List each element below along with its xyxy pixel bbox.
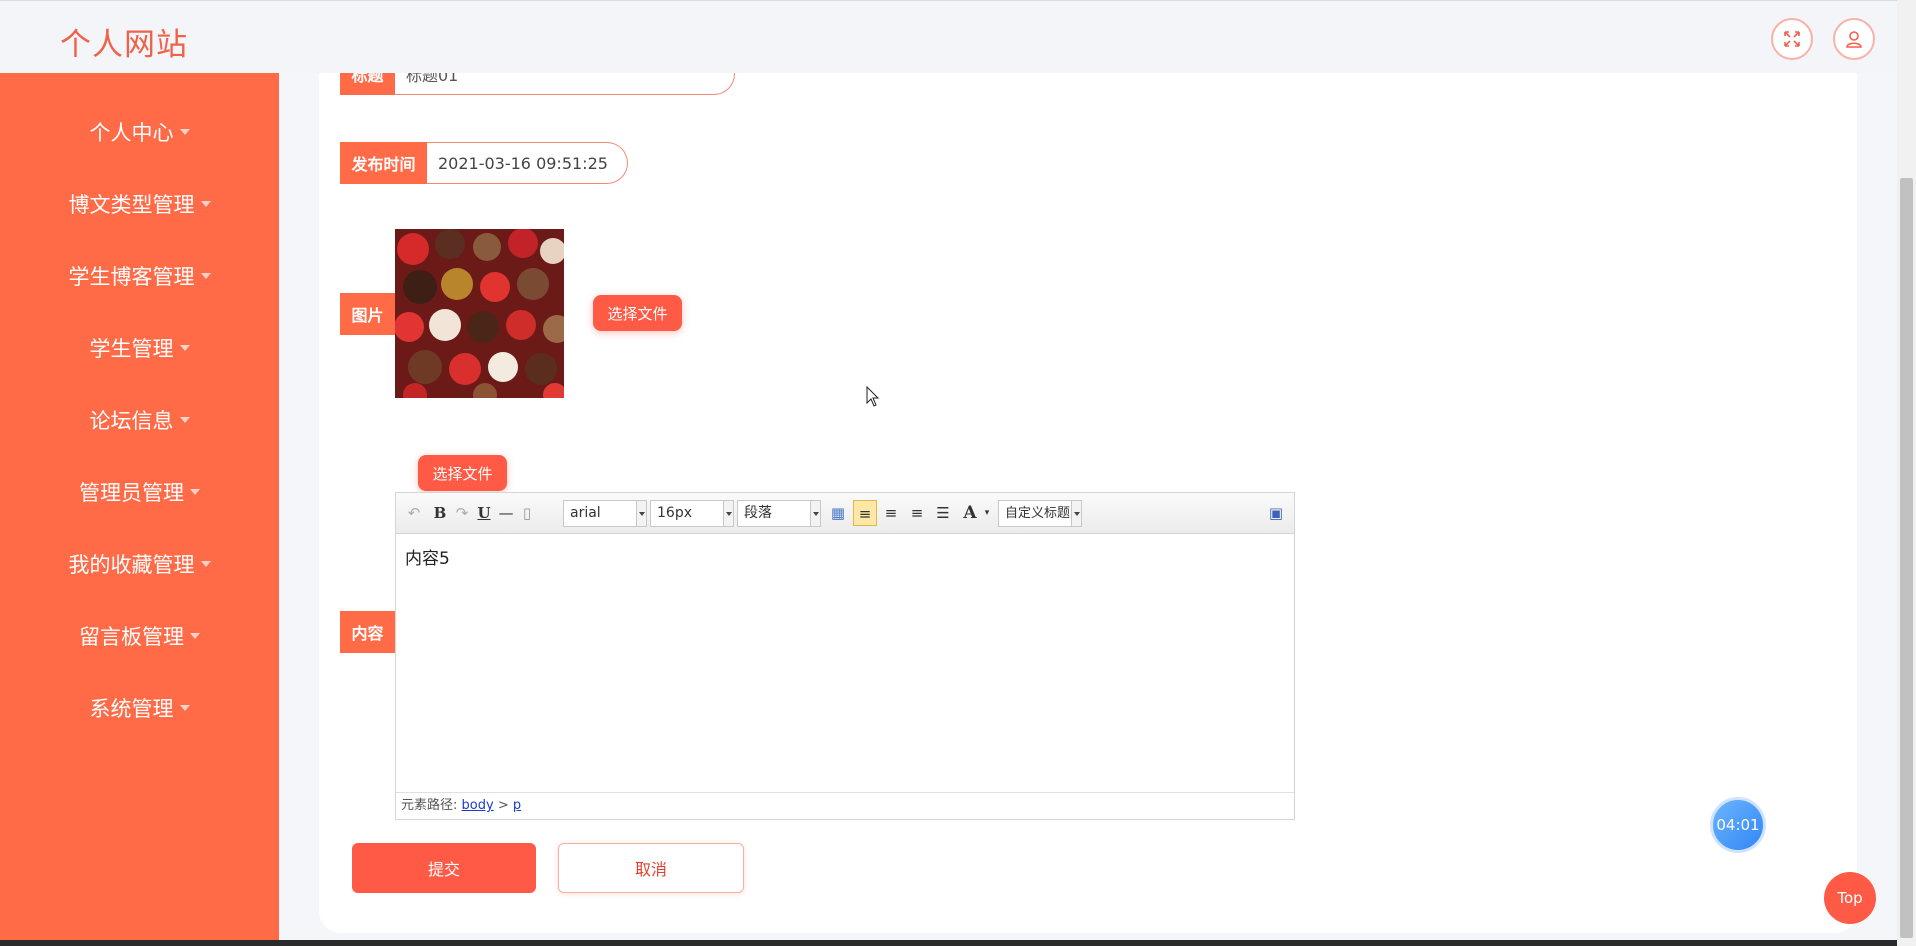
underline-icon[interactable]: U — [475, 504, 493, 522]
align-justify-icon[interactable]: ☰ — [934, 504, 952, 522]
chevron-down-icon — [200, 561, 211, 567]
image-label: 图片 — [340, 293, 395, 335]
title-input[interactable]: 标题01 — [395, 73, 735, 95]
editor-element-path: 元素路径: body > p — [396, 792, 1294, 819]
paragraph-select[interactable]: 段落 — [737, 500, 821, 527]
sidebar-item-label: 管理员管理 — [79, 481, 184, 505]
cancel-button[interactable]: 取消 — [558, 843, 744, 893]
uploaded-image — [395, 229, 564, 398]
page-scrollbar[interactable] — [1897, 0, 1916, 946]
title-row: 标题 标题01 — [340, 73, 735, 96]
dropdown-arrow-icon — [723, 501, 733, 526]
font-color-dropdown-icon[interactable]: ▾ — [978, 504, 996, 522]
mouse-cursor-icon — [866, 386, 880, 407]
sidebar-item-personal-center[interactable]: 个人中心 — [0, 117, 279, 147]
chevron-down-icon — [200, 273, 211, 279]
content-choose-file-button[interactable]: 选择文件 — [418, 455, 507, 491]
rich-text-editor: ↶ B ↷ U — ▯ arial 16px 段落 ▦ ≡ ≡ ≡ ☰ A ▾ … — [395, 492, 1295, 820]
font-color-icon[interactable]: A — [961, 504, 979, 522]
scrollbar-thumb[interactable] — [1900, 178, 1913, 938]
sidebar-item-label: 我的收藏管理 — [68, 553, 195, 577]
chevron-down-icon — [200, 201, 211, 207]
chevron-down-icon — [179, 417, 190, 423]
bold-icon[interactable]: B — [431, 504, 449, 522]
chevron-down-icon — [190, 633, 200, 639]
bottom-strip — [0, 940, 1897, 946]
chevron-down-icon — [179, 345, 190, 351]
publish-time-label: 发布时间 — [340, 142, 427, 184]
top-header: 个人网站 — [0, 0, 1916, 73]
undo-icon[interactable]: ↶ — [405, 504, 423, 522]
horizontal-rule-icon[interactable]: — — [497, 504, 515, 522]
timer-badge[interactable]: 04:01 — [1710, 797, 1766, 853]
fullscreen-button[interactable] — [1771, 18, 1813, 60]
page-icon[interactable]: ▯ — [518, 504, 536, 522]
back-to-top-button[interactable]: Top — [1824, 872, 1876, 924]
sidebar-item-label: 博文类型管理 — [68, 193, 195, 217]
sidebar-item-label: 学生管理 — [89, 337, 174, 361]
image-choose-file-button[interactable]: 选择文件 — [593, 295, 682, 331]
chevron-down-icon — [190, 489, 200, 495]
custom-heading-select[interactable]: 自定义标题 — [998, 500, 1082, 527]
paragraph-value: 段落 — [744, 505, 772, 521]
user-button[interactable] — [1833, 18, 1875, 60]
font-family-value: arial — [570, 505, 601, 521]
redo-icon[interactable]: ↷ — [453, 504, 471, 522]
expand-icon — [1784, 31, 1800, 47]
sidebar-item-students[interactable]: 学生管理 — [0, 333, 279, 363]
font-size-value: 16px — [657, 505, 692, 521]
dropdown-arrow-icon — [636, 501, 646, 526]
editor-content-area[interactable]: 内容5 — [396, 534, 1294, 791]
element-path-separator: > — [497, 798, 509, 813]
custom-heading-value: 自定义标题 — [1005, 506, 1071, 521]
element-path-label: 元素路径: — [401, 798, 458, 813]
dropdown-arrow-icon — [810, 501, 820, 526]
align-left-icon[interactable]: ≡ — [853, 500, 877, 526]
sidebar-item-student-blog[interactable]: 学生博客管理 — [0, 261, 279, 291]
editor-toolbar: ↶ B ↷ U — ▯ arial 16px 段落 ▦ ≡ ≡ ≡ ☰ A ▾ … — [396, 493, 1294, 534]
sidebar-item-label: 论坛信息 — [89, 409, 174, 433]
table-icon[interactable]: ▦ — [829, 504, 847, 522]
sidebar-item-label: 个人中心 — [89, 121, 174, 145]
submit-button[interactable]: 提交 — [352, 843, 536, 893]
site-brand[interactable]: 个人网站 — [60, 19, 188, 64]
user-icon — [1846, 31, 1862, 48]
preview-icon[interactable]: ▣ — [1267, 504, 1285, 522]
sidebar-item-blog-type[interactable]: 博文类型管理 — [0, 189, 279, 219]
title-label: 标题 — [340, 73, 395, 95]
sidebar-item-forum[interactable]: 论坛信息 — [0, 405, 279, 435]
align-center-icon[interactable]: ≡ — [908, 504, 926, 522]
sidebar-item-admins[interactable]: 管理员管理 — [0, 477, 279, 507]
sidebar-item-label: 学生博客管理 — [68, 265, 195, 289]
font-family-select[interactable]: arial — [563, 500, 647, 527]
sidebar-item-message-board[interactable]: 留言板管理 — [0, 621, 279, 651]
chevron-down-icon — [179, 705, 190, 711]
chevron-down-icon — [179, 129, 190, 135]
element-path-p-link[interactable]: p — [513, 798, 521, 813]
sidebar-item-label: 系统管理 — [89, 697, 174, 721]
content-label: 内容 — [340, 611, 395, 653]
font-size-select[interactable]: 16px — [650, 500, 734, 527]
sidebar-item-system[interactable]: 系统管理 — [0, 693, 279, 723]
sidebar: 个人中心 博文类型管理 学生博客管理 学生管理 论坛信息 管理员管理 我的收藏管… — [0, 73, 279, 946]
sidebar-item-favorites[interactable]: 我的收藏管理 — [0, 549, 279, 579]
element-path-body-link[interactable]: body — [462, 798, 494, 813]
publish-time-input[interactable]: 2021-03-16 09:51:25 — [427, 142, 628, 184]
align-right-icon[interactable]: ≡ — [882, 504, 900, 522]
editor-body-text: 内容5 — [405, 549, 450, 569]
sidebar-item-label: 留言板管理 — [79, 625, 184, 649]
dropdown-arrow-icon — [1071, 501, 1081, 526]
